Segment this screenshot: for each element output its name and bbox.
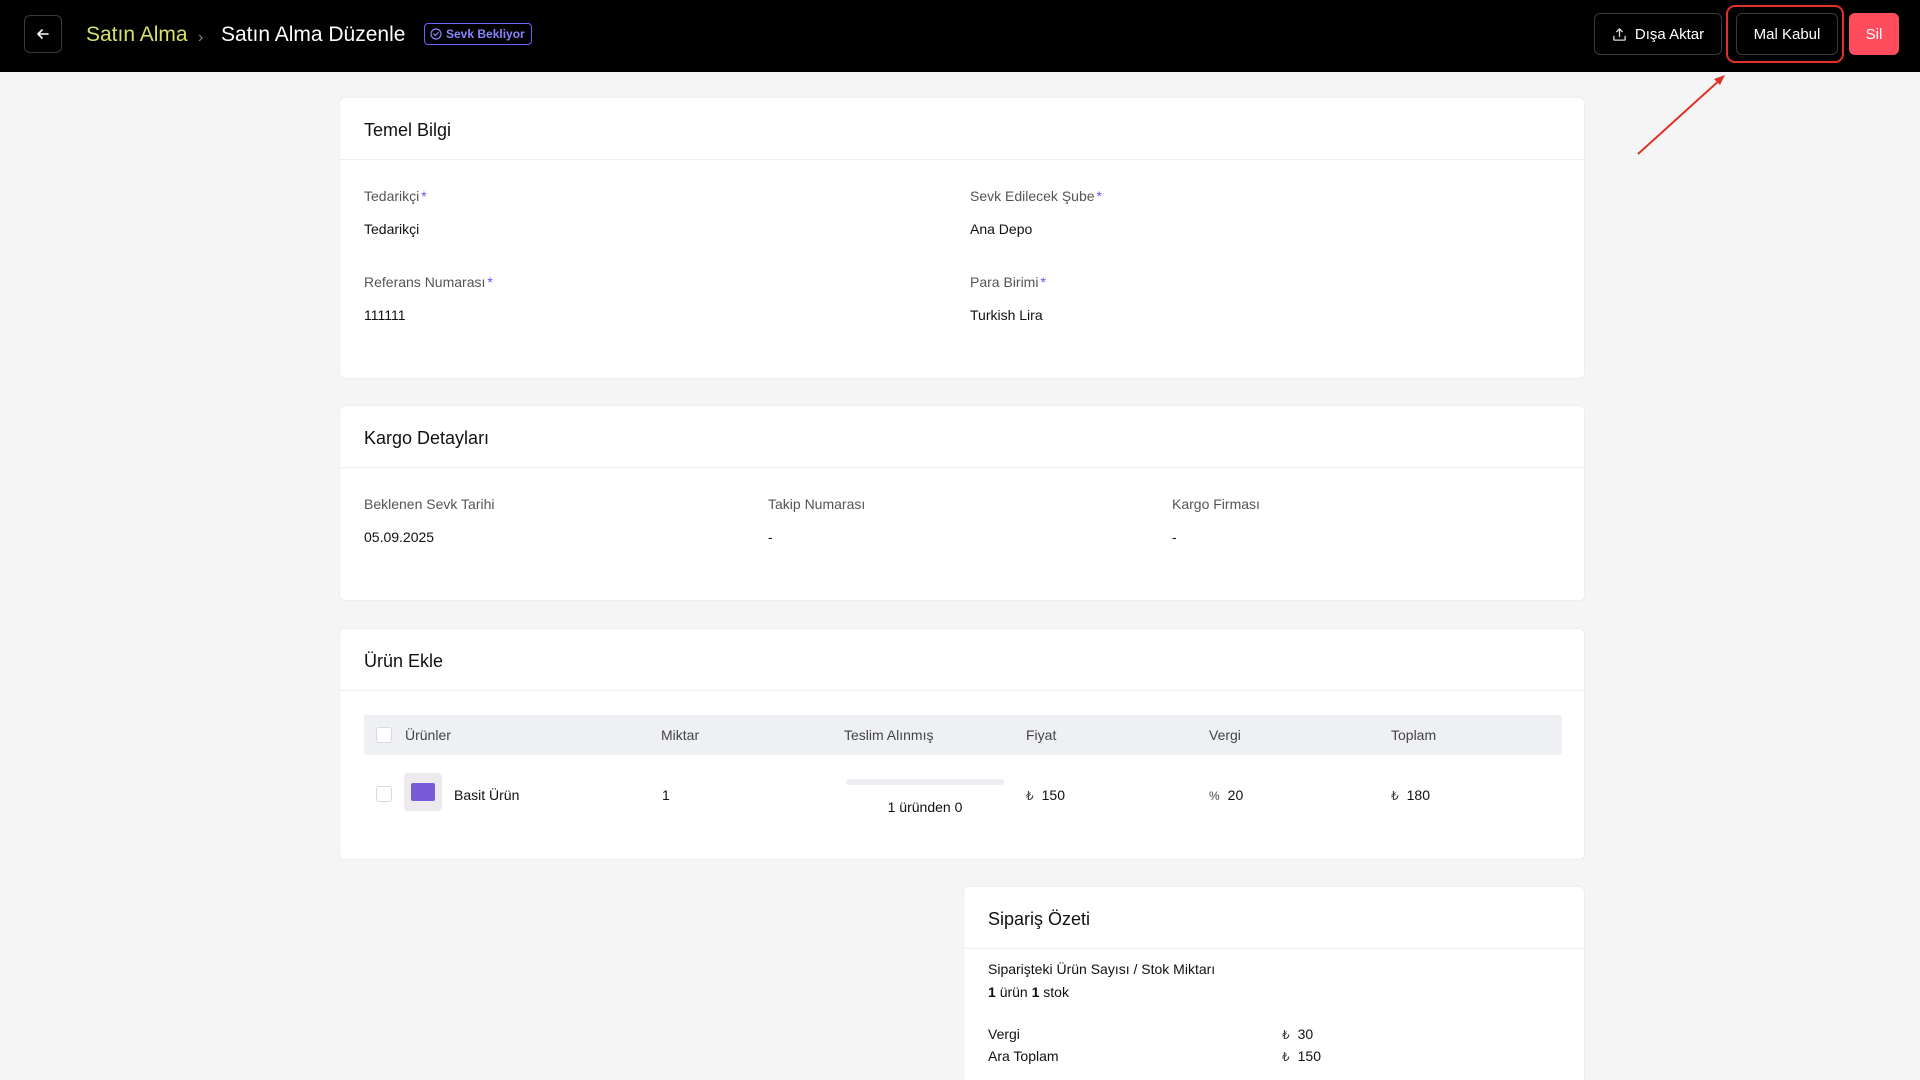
- row-checkbox[interactable]: [376, 786, 392, 802]
- delete-button-label: Sil: [1865, 25, 1883, 43]
- status-badge-label: Sevk Bekliyor: [446, 27, 525, 41]
- top-bar: Satın Alma › Satın Alma Düzenle Sevk Bek…: [0, 0, 1920, 72]
- order-summary-card: Sipariş Özeti Siparişteki Ürün Sayısı / …: [963, 886, 1585, 1080]
- shipment-date-label: Beklenen Sevk Tarihi: [364, 496, 495, 512]
- subtotal-value: ₺ 150: [1282, 1048, 1321, 1064]
- lira-icon: ₺: [1026, 789, 1034, 803]
- table-header: Ürünler Miktar Teslim Alınmış Fiyat Verg…: [364, 715, 1562, 755]
- column-header[interactable]: Ürünler: [405, 727, 451, 743]
- product-count-value: 1 ürün 1 stok: [988, 984, 1069, 1000]
- lira-icon: ₺: [1282, 1050, 1290, 1064]
- back-button[interactable]: [24, 15, 62, 53]
- currency-value[interactable]: Turkish Lira: [970, 306, 1043, 324]
- lira-icon: ₺: [1391, 789, 1399, 803]
- currency-label: Para Birimi *: [970, 274, 1046, 290]
- status-badge: Sevk Bekliyor: [424, 23, 532, 45]
- column-header[interactable]: Miktar: [661, 727, 699, 743]
- product-name[interactable]: Basit Ürün: [454, 786, 519, 804]
- tracking-number-label: Takip Numarası: [768, 496, 866, 512]
- column-header[interactable]: Fiyat: [1026, 727, 1056, 743]
- add-product-card: Ürün Ekle Ürünler Miktar Teslim Alınmış …: [339, 628, 1585, 860]
- subtotal-label: Ara Toplam: [988, 1048, 1059, 1064]
- tax-value: ₺ 30: [1282, 1026, 1314, 1042]
- upload-icon: [1613, 27, 1626, 41]
- reference-value[interactable]: 111111: [364, 306, 406, 324]
- column-header[interactable]: Toplam: [1391, 727, 1436, 743]
- chevron-right-icon: ›: [198, 29, 204, 46]
- divider: [340, 467, 1584, 468]
- product-price: ₺ 150: [1026, 787, 1065, 803]
- order-summary-title: Sipariş Özeti: [988, 909, 1091, 929]
- supplier-value[interactable]: Tedarikçi: [364, 220, 419, 238]
- breadcrumb-parent[interactable]: Satın Alma: [86, 22, 188, 48]
- reference-label: Referans Numarası *: [364, 274, 493, 290]
- product-thumbnail: [404, 773, 442, 811]
- product-count-label: Siparişteki Ürün Sayısı / Stok Miktarı: [988, 961, 1216, 977]
- divider: [340, 690, 1584, 691]
- goods-receipt-button-label: Mal Kabul: [1753, 25, 1821, 43]
- product-quantity: 1: [662, 787, 670, 803]
- shipment-date-value[interactable]: 05.09.2025: [364, 528, 434, 546]
- product-tax: % 20: [1209, 787, 1244, 803]
- arrow-left-icon: [37, 29, 49, 39]
- basic-info-card: Temel Bilgi Tedarikçi * Tedarikçi Sevk Ed…: [339, 97, 1585, 379]
- supplier-label: Tedarikçi *: [364, 188, 427, 204]
- cargo-details-card: Kargo Detayları Beklenen Sevk Tarihi 05.…: [339, 405, 1585, 601]
- received-progress-bar: [846, 779, 1004, 785]
- lira-icon: ₺: [1282, 1028, 1290, 1042]
- delete-button[interactable]: Sil: [1849, 13, 1899, 55]
- check-circle-icon: [430, 28, 442, 40]
- divider: [340, 159, 1584, 160]
- divider: [964, 948, 1584, 949]
- column-header[interactable]: Vergi: [1209, 727, 1241, 743]
- branch-value[interactable]: Ana Depo: [970, 220, 1032, 238]
- cargo-details-title: Kargo Detayları: [364, 428, 490, 448]
- product-total: ₺ 180: [1391, 787, 1430, 803]
- received-text: 1 üründen 0: [887, 799, 963, 815]
- annotation-arrow-icon: [1637, 75, 1725, 155]
- column-header[interactable]: Teslim Alınmış: [844, 727, 933, 743]
- cargo-company-value[interactable]: -: [1172, 528, 1177, 546]
- select-all-checkbox[interactable]: [376, 727, 392, 743]
- cargo-company-label: Kargo Firması: [1172, 496, 1260, 512]
- tracking-number-value[interactable]: -: [768, 528, 773, 546]
- export-button[interactable]: Dışa Aktar: [1594, 13, 1722, 55]
- tax-label: Vergi: [988, 1026, 1020, 1042]
- export-button-label: Dışa Aktar: [1634, 25, 1705, 43]
- basic-info-title: Temel Bilgi: [364, 120, 452, 140]
- add-product-title: Ürün Ekle: [364, 651, 444, 671]
- page-title: Satın Alma Düzenle: [221, 23, 406, 46]
- percent-icon: %: [1209, 789, 1220, 803]
- goods-receipt-button[interactable]: Mal Kabul: [1736, 13, 1838, 55]
- branch-label: Sevk Edilecek Şube *: [970, 188, 1102, 204]
